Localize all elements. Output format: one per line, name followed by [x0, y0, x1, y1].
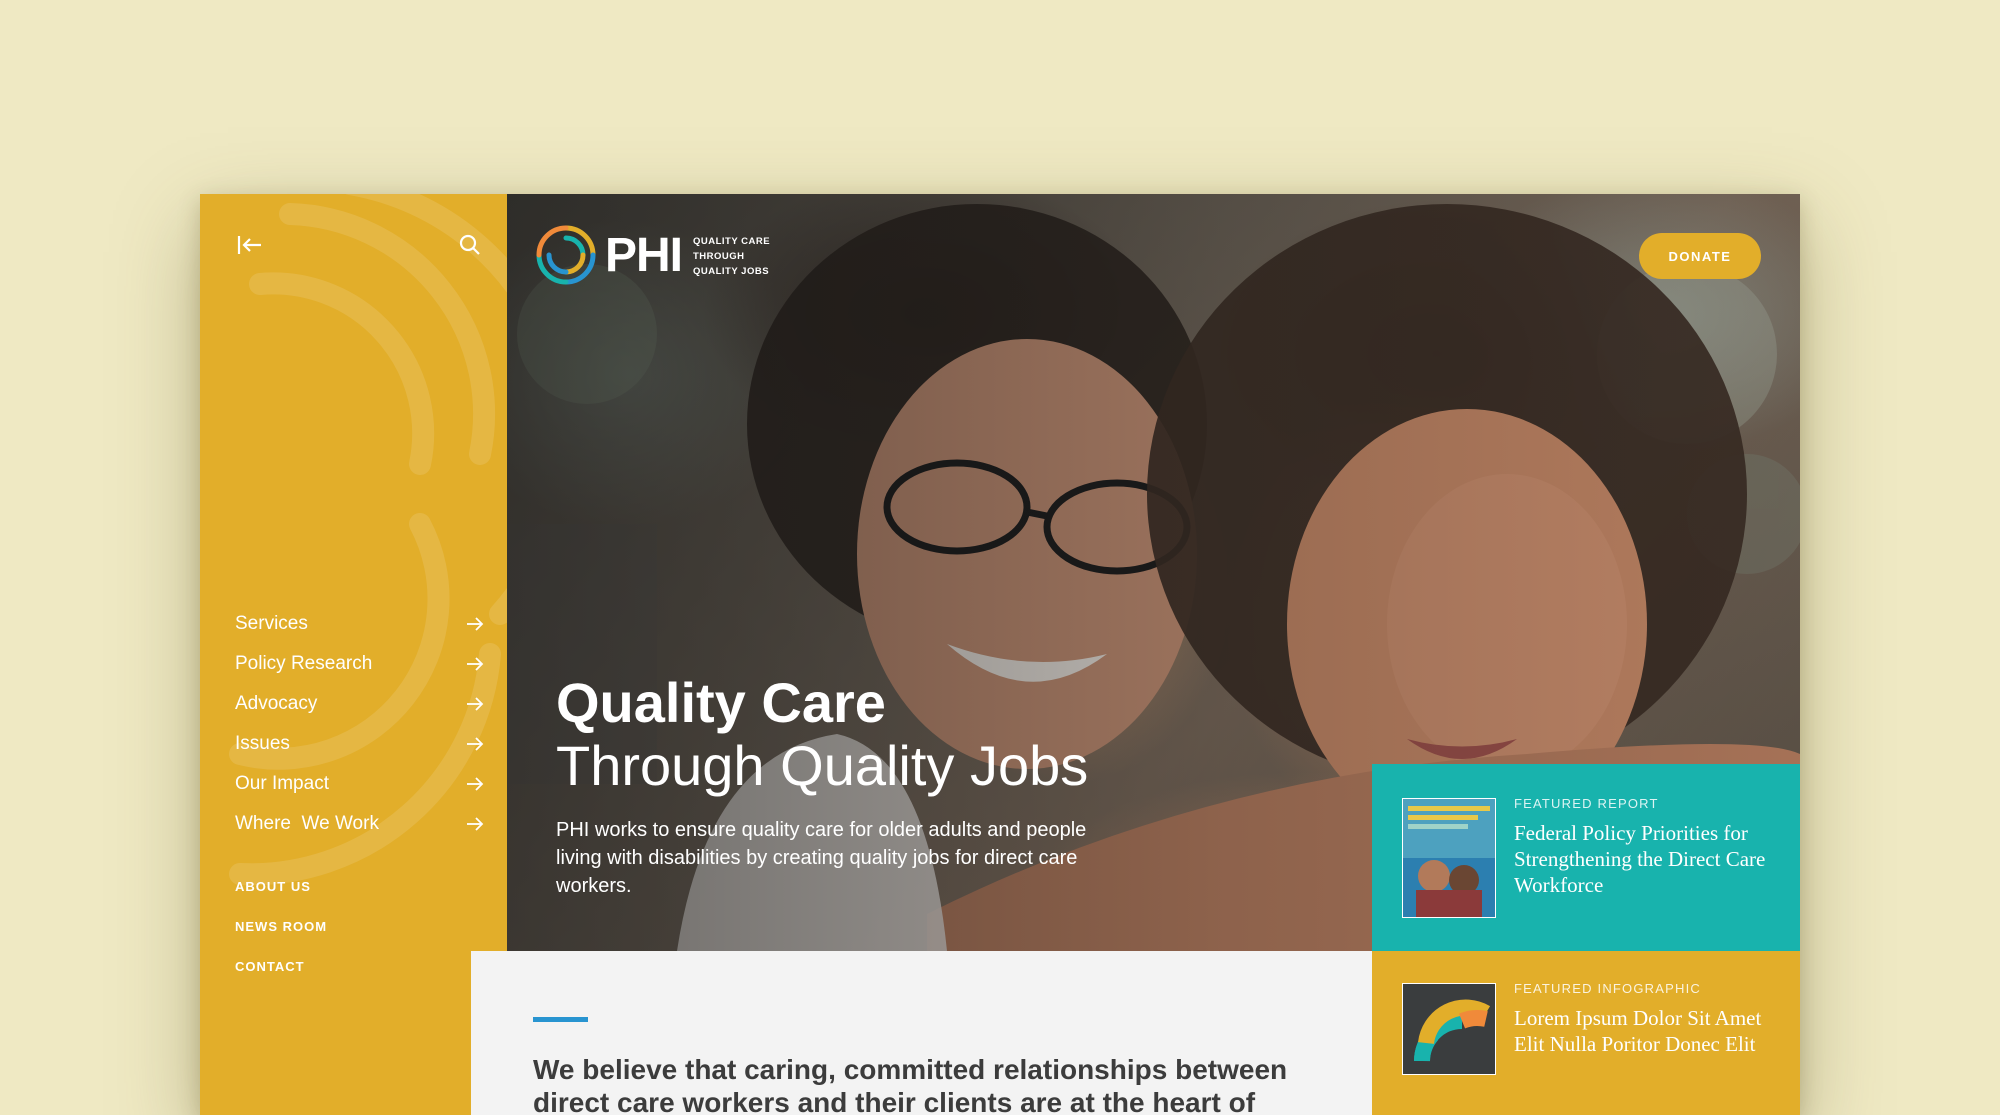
nav-link-contact[interactable]: CONTACT	[235, 946, 327, 986]
logo-tagline-line: QUALITY CARE	[693, 236, 771, 247]
nav-item-label: Policy Research	[235, 653, 373, 674]
phi-logo-mark-icon	[536, 225, 596, 285]
arrow-right-icon	[467, 617, 484, 631]
nav-item-label: Advocacy	[235, 693, 318, 714]
nav-item-label: Our Impact	[235, 773, 329, 794]
hero-title-light: Through Quality Jobs	[556, 734, 1089, 797]
arrow-right-icon	[467, 657, 484, 671]
logo-tagline-line: THROUGH	[693, 251, 745, 262]
featured-infographic-title[interactable]: Lorem Ipsum Dolor Sit Amet Elit Nulla Po…	[1514, 1005, 1774, 1057]
nav-link-news-room[interactable]: NEWS ROOM	[235, 906, 327, 946]
main-navigation: Services Policy Research Advocacy Issues…	[235, 604, 485, 844]
arrow-right-icon	[467, 817, 484, 831]
search-icon	[459, 234, 480, 255]
secondary-navigation: ABOUT US NEWS ROOM CONTACT	[235, 866, 327, 986]
arrow-right-icon	[467, 777, 484, 791]
hero-title-bold: Quality Care	[556, 671, 886, 734]
featured-infographic-label: FEATURED INFOGRAPHIC	[1514, 981, 1701, 996]
sidebar-top-bar	[235, 230, 485, 262]
collapse-arrow-icon	[237, 236, 261, 254]
featured-report-title[interactable]: Federal Policy Priorities for Strengthen…	[1514, 820, 1774, 898]
featured-report-label: FEATURED REPORT	[1514, 796, 1659, 811]
report-cover-thumbnail[interactable]	[1402, 798, 1496, 918]
infographic-thumbnail[interactable]	[1402, 983, 1496, 1075]
sidebar: Services Policy Research Advocacy Issues…	[200, 194, 507, 1115]
logo-tagline-line: QUALITY JOBS	[693, 266, 770, 277]
nav-link-about-us[interactable]: ABOUT US	[235, 866, 327, 906]
donate-button[interactable]: DONATE	[1639, 233, 1761, 279]
nav-item-issues[interactable]: Issues	[235, 724, 485, 764]
nav-item-label: Services	[235, 613, 308, 634]
mission-section: We believe that caring, committed relati…	[471, 951, 1372, 1115]
featured-report-card[interactable]: FEATURED REPORT Federal Policy Prioritie…	[1372, 764, 1800, 951]
hero-text: Quality Care Through Quality Jobs PHI wo…	[556, 672, 1176, 900]
collapse-sidebar-button[interactable]	[235, 230, 265, 260]
nav-item-label: Issues	[235, 733, 290, 754]
arrow-right-icon	[467, 697, 484, 711]
hero-description: PHI works to ensure quality care for old…	[556, 819, 1087, 897]
phi-logo[interactable]: PHI QUALITY CARE THROUGH QUALITY JOBS	[533, 222, 793, 292]
nav-item-where-we-work[interactable]: Where We Work	[235, 804, 485, 844]
nav-item-our-impact[interactable]: Our Impact	[235, 764, 485, 804]
nav-item-advocacy[interactable]: Advocacy	[235, 684, 485, 724]
mission-statement: We believe that caring, committed relati…	[533, 1054, 1288, 1115]
logo-wordmark: PHI	[605, 229, 683, 282]
logo-tagline: QUALITY CARE THROUGH QUALITY JOBS	[693, 234, 793, 279]
nav-item-policy-research[interactable]: Policy Research	[235, 644, 485, 684]
browser-frame: Services Policy Research Advocacy Issues…	[200, 194, 1800, 1115]
featured-infographic-card[interactable]: FEATURED INFOGRAPHIC Lorem Ipsum Dolor S…	[1372, 951, 1800, 1115]
accent-bar	[533, 1017, 588, 1022]
search-button[interactable]	[455, 230, 485, 260]
nav-item-services[interactable]: Services	[235, 604, 485, 644]
nav-item-label: Where We Work	[235, 813, 379, 834]
arrow-right-icon	[467, 737, 484, 751]
